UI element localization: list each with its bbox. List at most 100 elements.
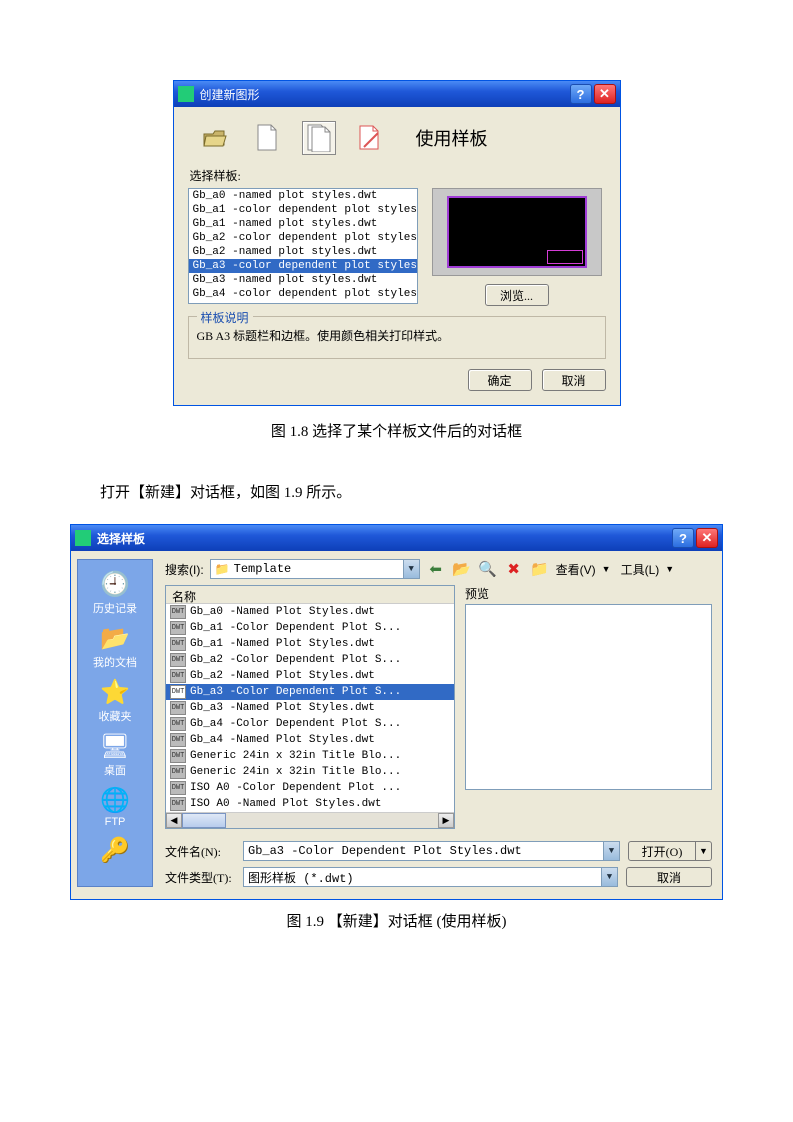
file-type-icon: DWT xyxy=(170,621,186,635)
place-label: 我的文档 xyxy=(93,654,137,670)
places-item[interactable]: ⭐收藏夹 xyxy=(99,676,132,726)
file-list-item[interactable]: DWTGb_a2 -Color Dependent Plot S... xyxy=(166,652,454,668)
cancel-button[interactable]: 取消 xyxy=(542,369,606,391)
delete-icon[interactable]: ✖ xyxy=(504,559,524,579)
file-name: Gb_a0 -Named Plot Styles.dwt xyxy=(190,606,375,618)
file-name: Generic 24in x 32in Title Blo... xyxy=(190,766,401,778)
file-name: Gb_a1 -Color Dependent Plot S... xyxy=(190,622,401,634)
template-icon[interactable] xyxy=(302,121,336,155)
up-icon[interactable]: 📂 xyxy=(452,559,472,579)
open-icon[interactable] xyxy=(198,121,232,155)
ok-button[interactable]: 确定 xyxy=(468,369,532,391)
dialog-titlebar: 选择样板 ? ✕ xyxy=(71,525,722,551)
horizontal-scrollbar[interactable]: ◀ ▶ xyxy=(166,812,454,828)
file-type-icon: DWT xyxy=(170,701,186,715)
place-icon: ⭐ xyxy=(99,678,131,706)
template-list-item[interactable]: Gb_a4 -color dependent plot styles.dw xyxy=(189,287,417,301)
place-icon: 🖥 xyxy=(99,732,131,760)
figure-caption-2: 图 1.9 【新建】对话框 (使用样板) xyxy=(70,910,723,931)
file-list[interactable]: 名称 DWTGb_a0 -Named Plot Styles.dwtDWTGb_… xyxy=(165,585,455,829)
filename-value: Gb_a3 -Color Dependent Plot Styles.dwt xyxy=(248,844,522,858)
template-preview xyxy=(432,188,602,276)
file-list-item[interactable]: DWT Gb_a1 -Color Dependent Plot S... xyxy=(166,620,454,636)
file-type-icon: DWT xyxy=(170,605,186,619)
file-name: ISO A0 -Color Dependent Plot ... xyxy=(190,782,401,794)
place-label: FTP xyxy=(105,816,126,828)
description-text: GB A3 标题栏和边框。使用颜色相关打印样式。 xyxy=(197,327,597,344)
file-name: Gb_a2 -Named Plot Styles.dwt xyxy=(190,670,375,682)
chevron-down-icon[interactable]: ▼ xyxy=(601,868,617,886)
file-type-icon: DWT xyxy=(170,685,186,699)
file-list-item[interactable]: DWTISO A0 -Color Dependent Plot ... xyxy=(166,780,454,796)
places-item[interactable]: 🖥 桌面 xyxy=(99,730,131,780)
open-dropdown-icon[interactable]: ▼ xyxy=(696,841,712,861)
template-list-item[interactable]: Gb_a1 -named plot styles.dwt xyxy=(189,217,417,231)
file-list-item[interactable]: DWT Generic 24in x 32in Title Blo... xyxy=(166,748,454,764)
help-button[interactable]: ? xyxy=(570,84,592,104)
filetype-combo[interactable]: 图形样板 (*.dwt) ▼ xyxy=(243,867,618,887)
close-button[interactable]: ✕ xyxy=(696,528,718,548)
file-type-icon: DWT xyxy=(170,749,186,763)
template-listbox[interactable]: Gb_a0 -named plot styles.dwtGb_a1 -color… xyxy=(188,188,418,304)
file-type-icon: DWT xyxy=(170,637,186,651)
blank-icon[interactable] xyxy=(250,121,284,155)
file-list-item[interactable]: DWTGb_a3 -Color Dependent Plot S... xyxy=(166,684,454,700)
places-item[interactable]: 📂 我的文档 xyxy=(93,622,137,672)
chevron-down-icon[interactable]: ▼ xyxy=(403,560,419,578)
app-icon xyxy=(178,86,194,102)
filename-combo[interactable]: Gb_a3 -Color Dependent Plot Styles.dwt ▼ xyxy=(243,841,620,861)
places-item[interactable]: 🌐FTP xyxy=(99,784,131,830)
file-name: ISO A0 -Named Plot Styles.dwt xyxy=(190,798,381,810)
file-type-icon: DWT xyxy=(170,765,186,779)
filetype-value: 图形样板 (*.dwt) xyxy=(248,869,354,886)
file-list-item[interactable]: DWTISO A0 -Named Plot Styles.dwt xyxy=(166,796,454,812)
places-item[interactable]: 🕘 历史记录 xyxy=(93,568,137,618)
file-list-item[interactable]: DWT Gb_a3 -Named Plot Styles.dwt xyxy=(166,700,454,716)
mode-label: 使用样板 xyxy=(416,125,488,151)
back-icon[interactable]: ⬅ xyxy=(426,559,446,579)
figure-caption-1: 图 1.8 选择了某个样板文件后的对话框 xyxy=(70,420,723,441)
browse-button[interactable]: 浏览... xyxy=(485,284,549,306)
file-list-item[interactable]: DWTGb_a4 -Named Plot Styles.dwt xyxy=(166,732,454,748)
file-name: Generic 24in x 32in Title Blo... xyxy=(190,750,401,762)
file-list-item[interactable]: DWT Generic 24in x 32in Title Blo... xyxy=(166,764,454,780)
chevron-down-icon[interactable]: ▼ xyxy=(603,842,619,860)
scroll-left-icon[interactable]: ◀ xyxy=(166,813,182,828)
file-list-item[interactable]: DWTGb_a1 -Named Plot Styles.dwt xyxy=(166,636,454,652)
wizard-icon[interactable] xyxy=(354,121,388,155)
close-button[interactable]: ✕ xyxy=(594,84,616,104)
lookin-combo[interactable]: 📁 Template ▼ xyxy=(210,559,420,579)
place-icon: 📂 xyxy=(99,624,131,652)
file-type-icon: DWT xyxy=(170,669,186,683)
places-item[interactable]: 🔑 xyxy=(99,834,131,866)
help-button[interactable]: ? xyxy=(672,528,694,548)
file-list-item[interactable]: DWT Gb_a0 -Named Plot Styles.dwt xyxy=(166,604,454,620)
create-new-drawing-dialog: 创建新图形 ? ✕ xyxy=(173,80,621,406)
file-name: Gb_a3 -Named Plot Styles.dwt xyxy=(190,702,375,714)
template-list-item[interactable]: Gb_a2 -named plot styles.dwt xyxy=(189,245,417,259)
template-list-item[interactable]: Gb_a2 -color dependent plot styles.dw xyxy=(189,231,417,245)
file-name: Gb_a2 -Color Dependent Plot S... xyxy=(190,654,401,666)
template-list-item[interactable]: Gb_a3 -color dependent plot styles.dw xyxy=(189,259,417,273)
search-icon[interactable]: 🔍 xyxy=(478,559,498,579)
template-list-item[interactable]: Gb_a3 -named plot styles.dwt xyxy=(189,273,417,287)
place-icon: 🕘 xyxy=(99,570,131,598)
place-label: 桌面 xyxy=(104,762,126,778)
template-list-item[interactable]: Gb_a0 -named plot styles.dwt xyxy=(189,189,417,203)
file-name: Gb_a4 -Color Dependent Plot S... xyxy=(190,718,401,730)
dropdown-icon[interactable]: ▼ xyxy=(602,564,611,574)
view-menu[interactable]: 查看(V) xyxy=(556,561,596,578)
scroll-thumb[interactable] xyxy=(182,813,226,828)
tools-menu[interactable]: 工具(L) xyxy=(621,561,660,578)
template-list-item[interactable]: Gb_a1 -color dependent plot styles.dw xyxy=(189,203,417,217)
scroll-right-icon[interactable]: ▶ xyxy=(438,813,454,828)
file-list-item[interactable]: DWTGb_a4 -Color Dependent Plot S... xyxy=(166,716,454,732)
column-header-name[interactable]: 名称 xyxy=(166,586,454,604)
dropdown-icon[interactable]: ▼ xyxy=(665,564,674,574)
dialog-title: 创建新图形 xyxy=(200,86,260,103)
file-list-item[interactable]: DWT Gb_a2 -Named Plot Styles.dwt xyxy=(166,668,454,684)
cancel-button[interactable]: 取消 xyxy=(626,867,712,887)
place-label: 历史记录 xyxy=(93,600,137,616)
open-button[interactable]: 打开(O) xyxy=(628,841,696,861)
new-folder-icon[interactable]: 📁 xyxy=(530,559,550,579)
